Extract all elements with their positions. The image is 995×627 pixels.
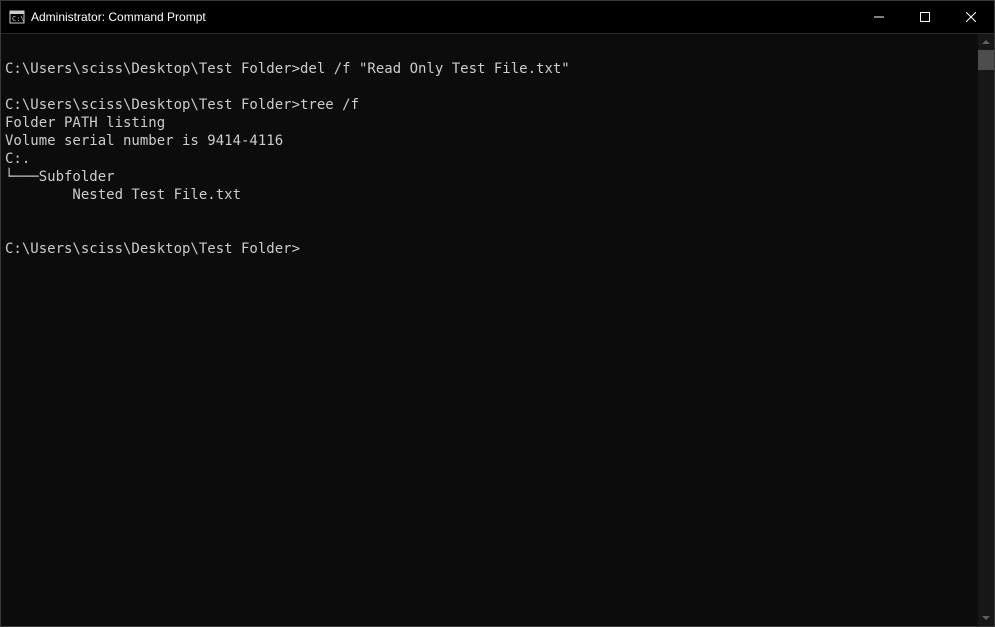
scroll-down-arrow[interactable] <box>978 610 994 626</box>
minimize-button[interactable] <box>856 1 902 33</box>
maximize-button[interactable] <box>902 1 948 33</box>
chevron-up-icon <box>982 40 990 44</box>
svg-text:C:\: C:\ <box>12 15 25 23</box>
vertical-scrollbar[interactable] <box>978 33 994 626</box>
close-icon <box>966 12 976 22</box>
terminal-output[interactable]: C:\Users\sciss\Desktop\Test Folder>del /… <box>1 33 978 626</box>
maximize-icon <box>920 12 930 22</box>
cmd-window: C:\ Administrator: Command Prompt <box>0 0 995 627</box>
titlebar[interactable]: C:\ Administrator: Command Prompt <box>1 1 994 33</box>
scroll-thumb[interactable] <box>978 50 994 70</box>
window-controls <box>856 1 994 33</box>
scroll-up-arrow[interactable] <box>978 34 994 50</box>
content-area: C:\Users\sciss\Desktop\Test Folder>del /… <box>1 33 994 626</box>
window-title: Administrator: Command Prompt <box>31 10 856 24</box>
minimize-icon <box>874 12 884 22</box>
close-button[interactable] <box>948 1 994 33</box>
cmd-icon: C:\ <box>9 9 25 25</box>
chevron-down-icon <box>982 616 990 620</box>
